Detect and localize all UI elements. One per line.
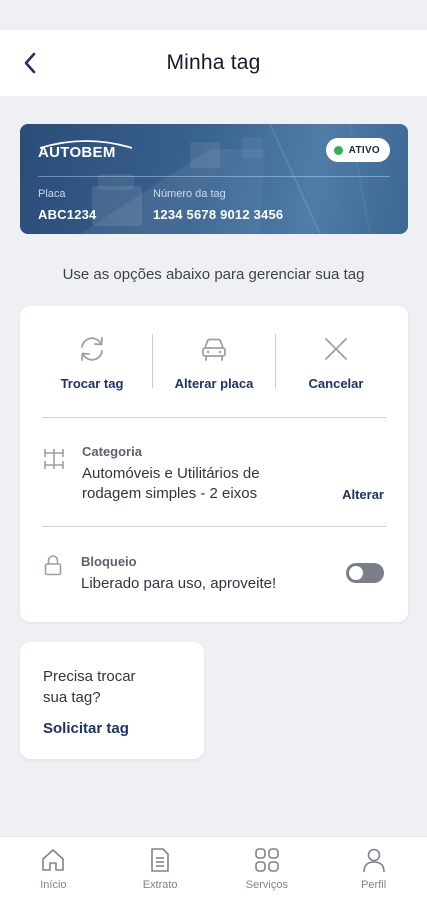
nav-label-home: Início [40, 879, 67, 891]
axle-icon [44, 449, 64, 469]
section-divider [42, 417, 386, 418]
lock-description: Liberado para uso, aproveite! [81, 575, 277, 592]
swap-tag-label: Trocar tag [60, 376, 124, 391]
nav-label-services: Serviços [245, 879, 288, 891]
user-icon [362, 848, 385, 873]
grid-icon [255, 848, 279, 872]
change-category-link[interactable]: Alterar [342, 487, 384, 502]
hint-text: Use as opções abaixo para gerenciar sua … [62, 266, 365, 283]
status-label: ATIVO [348, 144, 380, 156]
card-divider [38, 176, 390, 177]
status-dot-icon [333, 145, 343, 155]
chevron-left-icon [24, 52, 36, 74]
tag-number-value: 1234 5678 9012 3456 [153, 207, 284, 222]
plate-label: Placa [38, 188, 66, 200]
cancel-button[interactable]: Cancelar [275, 332, 397, 396]
category-description-line2: rodagem simples - 2 eixos [82, 485, 258, 502]
change-plate-label: Alterar placa [174, 376, 254, 391]
cancel-label: Cancelar [308, 376, 364, 391]
lock-title: Bloqueio [81, 554, 137, 569]
bottom-nav: Início Extrato Serviços Perfil [0, 836, 427, 900]
request-tag-card: Precisa trocar sua tag? Solicitar tag [20, 642, 204, 759]
section-divider [42, 526, 386, 527]
action-divider [152, 334, 153, 388]
request-text-line2: sua tag? [43, 689, 101, 706]
options-panel: Trocar tag Alterar placa Cancelar Catego… [20, 306, 408, 622]
request-tag-link[interactable]: Solicitar tag [43, 720, 129, 737]
tag-card: AUTOBEM ATIVO Placa ABC1234 Número da ta… [20, 124, 408, 234]
back-button[interactable] [14, 47, 46, 79]
action-divider [275, 334, 276, 388]
lock-toggle[interactable] [346, 563, 384, 583]
request-text-line1: Precisa trocar [43, 668, 136, 685]
category-title: Categoria [82, 444, 142, 459]
actions-row: Trocar tag Alterar placa Cancelar [20, 332, 408, 396]
close-icon [325, 338, 347, 360]
home-icon [42, 849, 65, 871]
document-icon [151, 848, 169, 872]
toggle-knob [349, 566, 363, 580]
nav-item-statement[interactable]: Extrato [107, 837, 214, 900]
nav-label-profile: Perfil [361, 879, 387, 891]
category-description-line1: Automóveis e Utilitários de [82, 465, 260, 482]
change-plate-button[interactable]: Alterar placa [153, 332, 275, 396]
request-text: Precisa trocar sua tag? [43, 666, 173, 708]
car-icon [202, 338, 226, 361]
brand-logo: AUTOBEM [38, 144, 116, 161]
nav-item-profile[interactable]: Perfil [320, 837, 427, 900]
refresh-icon [81, 337, 103, 361]
status-bar [0, 0, 427, 30]
nav-label-statement: Extrato [142, 879, 178, 891]
tag-number-label: Número da tag [153, 188, 226, 200]
app-header: Minha tag [0, 30, 427, 96]
swap-tag-button[interactable]: Trocar tag [31, 332, 153, 396]
nav-item-home[interactable]: Início [0, 837, 107, 900]
lock-icon [44, 555, 62, 576]
status-badge: ATIVO [325, 138, 390, 162]
plate-value: ABC1234 [38, 207, 97, 222]
nav-item-services[interactable]: Serviços [214, 837, 321, 900]
page-title: Minha tag [166, 51, 261, 74]
